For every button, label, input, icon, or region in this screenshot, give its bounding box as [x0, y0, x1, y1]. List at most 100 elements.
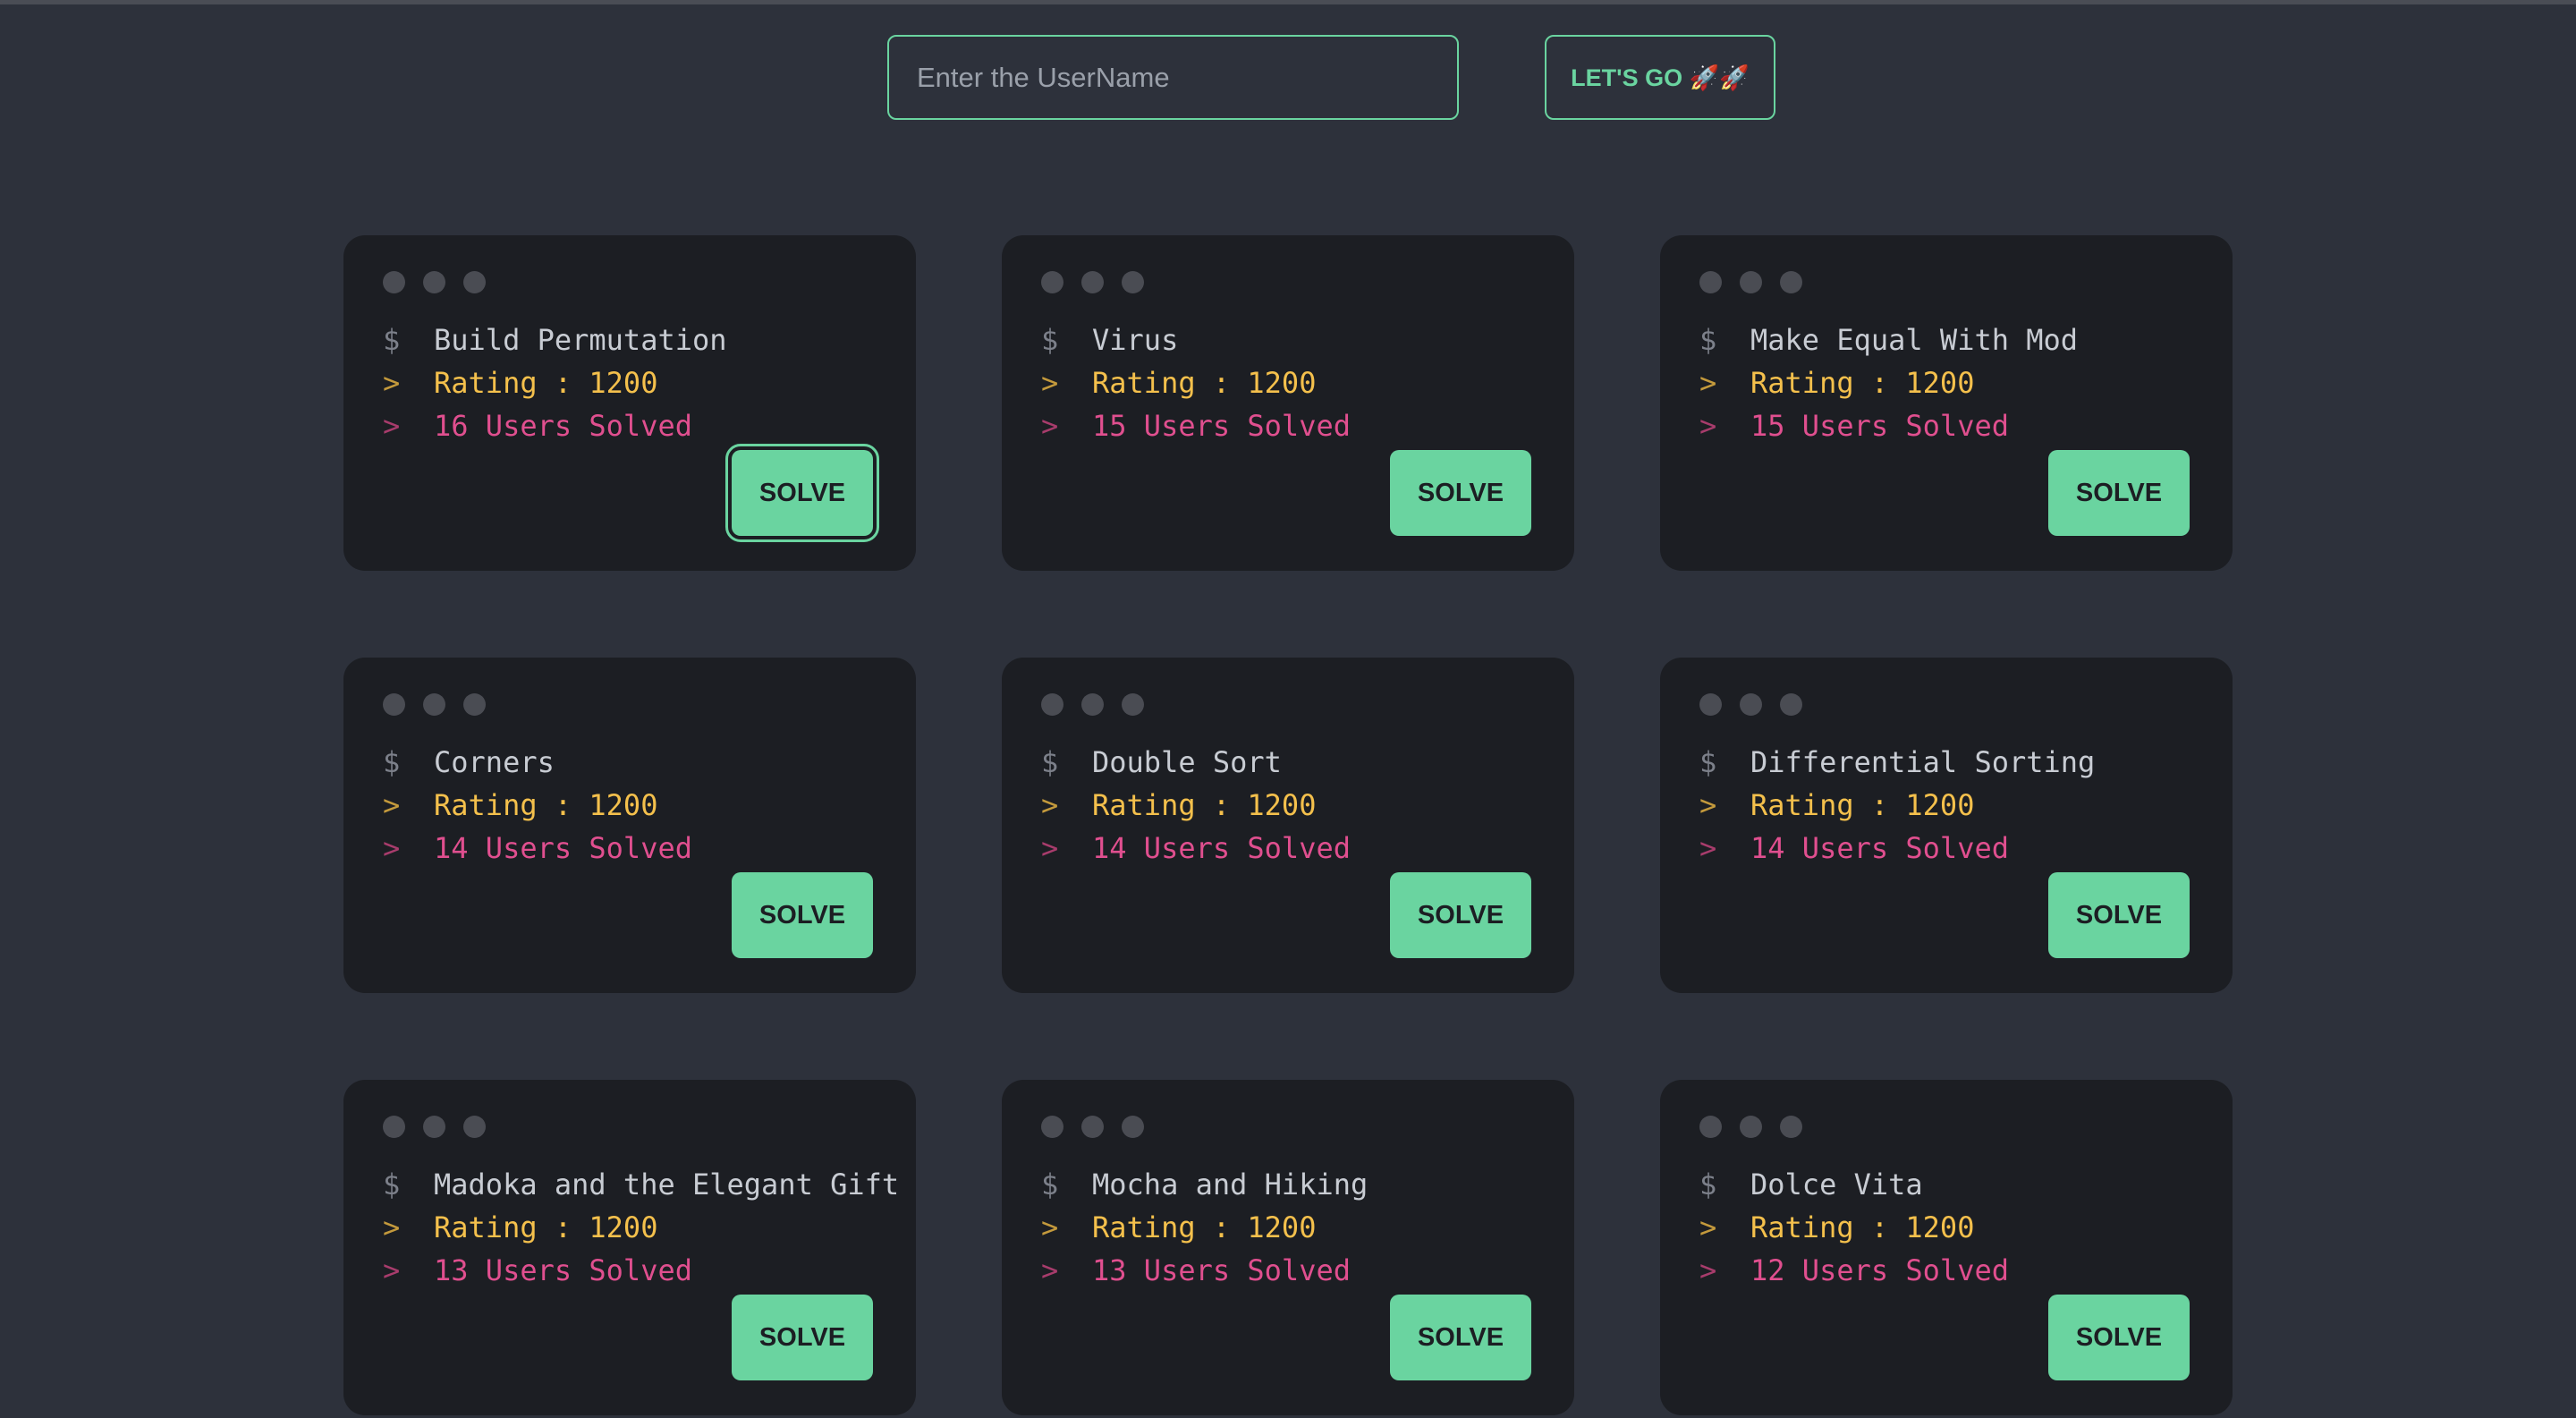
output-prompt: > — [383, 788, 401, 822]
problem-solved-line: >15 Users Solved — [1041, 408, 1351, 444]
problem-solved-line: >15 Users Solved — [1699, 408, 2009, 444]
problem-title: Make Equal With Mod — [1750, 323, 2079, 357]
window-dot-icon — [1699, 271, 1722, 293]
output-prompt: > — [1041, 831, 1059, 865]
window-dot-icon — [463, 693, 486, 716]
problem-card: $ Virus > Rating : 1200 >15 Users Solved S… — [1002, 235, 1574, 571]
window-dot-icon — [423, 1116, 445, 1138]
solve-button[interactable]: SOLVE — [732, 1295, 873, 1380]
problem-solved-count: 15 Users Solved — [1092, 409, 1351, 443]
output-prompt: > — [1041, 1253, 1059, 1287]
output-prompt: > — [1041, 366, 1059, 400]
solve-button[interactable]: SOLVE — [725, 444, 879, 542]
problem-solved-count: 13 Users Solved — [434, 1253, 692, 1287]
window-dot-icon — [383, 1116, 405, 1138]
problem-solved-count: 14 Users Solved — [1092, 831, 1351, 865]
problem-title-line: $ Make Equal With Mod — [1699, 322, 2078, 358]
problem-solved-line: >13 Users Solved — [1041, 1252, 1351, 1288]
problem-title: Virus — [1092, 323, 1179, 357]
output-prompt: > — [1699, 1253, 1717, 1287]
problem-rating: Rating : 1200 — [1092, 788, 1317, 822]
problem-solved-line: >12 Users Solved — [1699, 1252, 2009, 1288]
solve-button[interactable]: SOLVE — [2048, 872, 2190, 958]
problem-title-line: $ Madoka and the Elegant Gift — [383, 1167, 899, 1202]
window-dot-icon — [1780, 693, 1802, 716]
problem-solved-line: >14 Users Solved — [1699, 830, 2009, 866]
output-prompt: > — [1699, 366, 1717, 400]
problem-rating-line: > Rating : 1200 — [1699, 787, 1974, 823]
solve-button[interactable]: SOLVE — [2048, 450, 2190, 536]
problem-solved-line: >14 Users Solved — [383, 830, 692, 866]
output-prompt: > — [1041, 788, 1059, 822]
output-prompt: > — [1041, 409, 1059, 443]
problem-card: $ Make Equal With Mod > Rating : 1200 >15 … — [1660, 235, 2233, 571]
command-prompt: $ — [1041, 1168, 1059, 1201]
command-prompt: $ — [1699, 323, 1717, 357]
problem-rating-line: > Rating : 1200 — [383, 365, 657, 401]
window-dot-icon — [1081, 693, 1104, 716]
window-dot-icon — [1699, 1116, 1722, 1138]
problem-rating: Rating : 1200 — [434, 366, 658, 400]
window-dot-icon — [463, 271, 486, 293]
window-dot-icon — [1740, 1116, 1762, 1138]
problem-title-line: $ Differential Sorting — [1699, 744, 2095, 780]
problem-solved-line: >13 Users Solved — [383, 1252, 692, 1288]
command-prompt: $ — [383, 323, 401, 357]
solve-button[interactable]: SOLVE — [1390, 1295, 1531, 1380]
solve-button[interactable]: SOLVE — [2048, 1295, 2190, 1380]
window-dot-icon — [1081, 271, 1104, 293]
problem-card: $ Differential Sorting > Rating : 1200 >14… — [1660, 658, 2233, 993]
problem-title-line: $ Mocha and Hiking — [1041, 1167, 1368, 1202]
window-dot-icon — [1041, 271, 1063, 293]
problem-rating: Rating : 1200 — [1750, 1210, 1975, 1244]
problem-title-line: $ Dolce Vita — [1699, 1167, 1923, 1202]
problem-rating: Rating : 1200 — [434, 788, 658, 822]
lets-go-button[interactable]: LET'S GO 🚀🚀 — [1545, 35, 1775, 120]
problem-title: Dolce Vita — [1750, 1168, 1923, 1201]
output-prompt: > — [383, 366, 401, 400]
solve-button[interactable]: SOLVE — [1390, 872, 1531, 958]
output-prompt: > — [383, 1210, 401, 1244]
command-prompt: $ — [383, 745, 401, 779]
problem-rating: Rating : 1200 — [1750, 788, 1975, 822]
window-dot-icon — [1081, 1116, 1104, 1138]
problem-rating: Rating : 1200 — [1092, 1210, 1317, 1244]
problem-rating-line: > Rating : 1200 — [1699, 1210, 1974, 1245]
problem-title: Differential Sorting — [1750, 745, 2096, 779]
problem-rating-line: > Rating : 1200 — [1041, 365, 1316, 401]
problem-solved-count: 14 Users Solved — [434, 831, 692, 865]
problem-solved-count: 15 Users Solved — [1750, 409, 2009, 443]
top-border-line — [0, 0, 2576, 4]
problem-card: $ Dolce Vita > Rating : 1200 >12 Users Sol… — [1660, 1080, 2233, 1415]
problem-rating: Rating : 1200 — [434, 1210, 658, 1244]
window-dot-icon — [1780, 1116, 1802, 1138]
problem-rating-line: > Rating : 1200 — [383, 787, 657, 823]
output-prompt: > — [1699, 409, 1717, 443]
problem-title: Build Permutation — [434, 323, 727, 357]
username-input[interactable] — [887, 35, 1459, 120]
command-prompt: $ — [1699, 1168, 1717, 1201]
problem-title-line: $ Virus — [1041, 322, 1178, 358]
problem-solved-count: 14 Users Solved — [1750, 831, 2009, 865]
problem-rating: Rating : 1200 — [1750, 366, 1975, 400]
problem-card: $ Double Sort > Rating : 1200 >14 Users So… — [1002, 658, 1574, 993]
window-dot-icon — [383, 693, 405, 716]
solve-button[interactable]: SOLVE — [732, 872, 873, 958]
solve-button[interactable]: SOLVE — [1390, 450, 1531, 536]
problem-card: $ Build Permutation > Rating : 1200 >16 Us… — [343, 235, 916, 571]
problem-title: Mocha and Hiking — [1092, 1168, 1368, 1201]
problem-rating-line: > Rating : 1200 — [1699, 365, 1974, 401]
window-dot-icon — [1041, 693, 1063, 716]
window-dot-icon — [1740, 271, 1762, 293]
output-prompt: > — [1699, 788, 1717, 822]
output-prompt: > — [383, 409, 401, 443]
problem-solved-line: >16 Users Solved — [383, 408, 692, 444]
window-dot-icon — [1041, 1116, 1063, 1138]
problem-rating-line: > Rating : 1200 — [1041, 1210, 1316, 1245]
problem-card: $ Madoka and the Elegant Gift > Rating : 1… — [343, 1080, 916, 1415]
command-prompt: $ — [383, 1168, 401, 1201]
problem-solved-line: >14 Users Solved — [1041, 830, 1351, 866]
window-dot-icon — [1122, 693, 1144, 716]
problem-solved-count: 16 Users Solved — [434, 409, 692, 443]
problem-card: $ Corners > Rating : 1200 >14 Users Solved… — [343, 658, 916, 993]
